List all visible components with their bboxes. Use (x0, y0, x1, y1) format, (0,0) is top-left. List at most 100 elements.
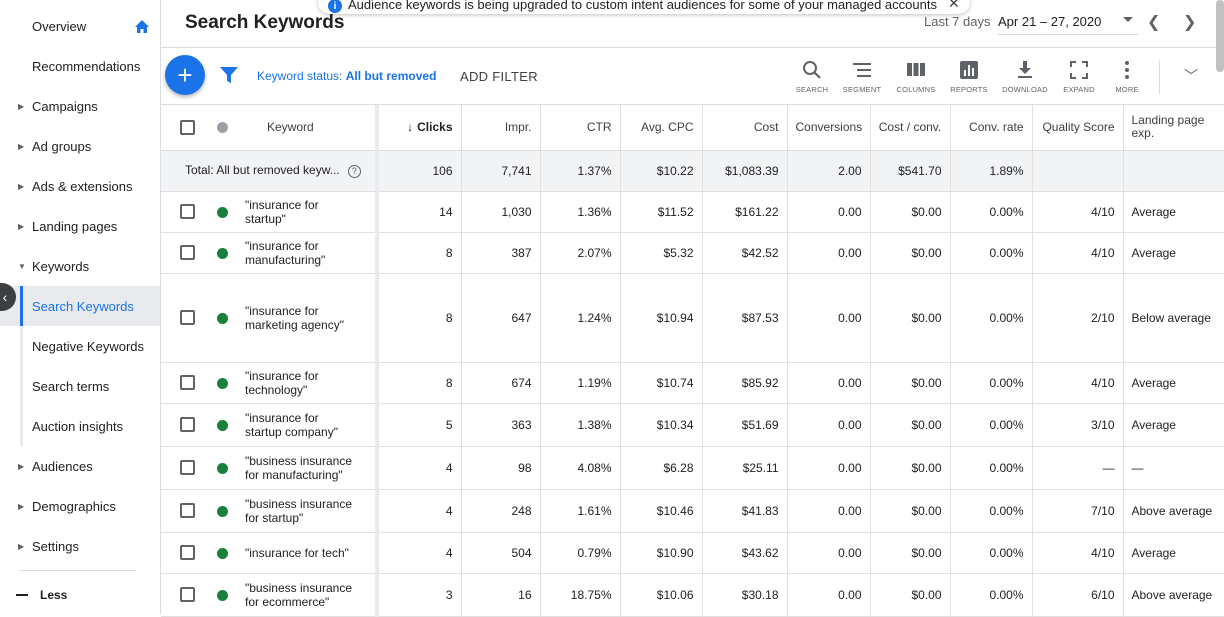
row-select-cell[interactable] (161, 403, 205, 447)
table-row[interactable]: "insurance for tech" 4 504 0.79% $10.90 $43.6… (161, 532, 1224, 574)
row-status-cell[interactable] (205, 273, 237, 363)
sidebar-divider (20, 570, 136, 571)
row-status-cell[interactable] (205, 489, 237, 533)
keyword-cell[interactable]: "insurance for startup" (237, 191, 379, 233)
download-tool-button[interactable]: DOWNLOAD (1000, 60, 1050, 94)
keyword-cell[interactable]: "insurance for marketing agency" (237, 273, 379, 363)
sidebar-item-ad-groups[interactable]: ▶ Ad groups (0, 126, 160, 166)
expand-tool-button[interactable]: EXPAND (1054, 60, 1104, 94)
chevron-down-icon[interactable]: ﹀ (1184, 66, 1198, 86)
keyword-cell[interactable]: "business insurance for ecommerce" (237, 573, 379, 617)
keyword-cell[interactable]: "insurance for manufacturing" (237, 232, 379, 274)
keyword-status-filter[interactable]: Keyword status: All but removed (257, 69, 436, 83)
close-icon[interactable]: ✕ (948, 0, 960, 12)
status-header[interactable] (205, 105, 237, 151)
sidebar-item-search-keywords[interactable]: Search Keywords (0, 286, 160, 326)
header-cost[interactable]: Cost (702, 105, 788, 151)
table-row[interactable]: "insurance for manufacturing" 8 387 2.07% $5… (161, 232, 1224, 274)
chevron-left-icon[interactable]: ❮ (1147, 12, 1160, 32)
table-row[interactable]: "insurance for startup" 14 1,030 1.36% $11.5… (161, 191, 1224, 233)
more-tool-button[interactable]: MORE (1102, 60, 1152, 94)
sidebar-nav: Overview Recommendations ▶ Campaigns ▶ A… (0, 0, 161, 614)
search-tool-button[interactable]: SEARCH (787, 60, 837, 94)
cell-landing-page: Average (1123, 362, 1224, 404)
date-range-selector[interactable]: Apr 21 – 27, 2020 (998, 14, 1101, 29)
row-select-cell[interactable] (161, 362, 205, 404)
keyword-cell[interactable]: "business insurance for startup" (237, 489, 379, 533)
header-conv-rate[interactable]: Conv. rate (950, 105, 1033, 151)
keyword-cell[interactable]: "insurance for technology" (237, 362, 379, 404)
sidebar-item-settings[interactable]: ▶ Settings (0, 526, 160, 566)
row-checkbox[interactable] (180, 417, 195, 433)
table-row[interactable]: "business insurance for startup" 4 248 1.61… (161, 489, 1224, 533)
row-checkbox[interactable] (180, 545, 195, 561)
chevron-right-icon[interactable]: ❯ (1183, 12, 1196, 32)
row-select-cell[interactable] (161, 532, 205, 574)
cell-quality-score: 4/10 (1032, 362, 1124, 404)
sidebar-item-audiences[interactable]: ▶ Audiences (0, 446, 160, 486)
less-toggle[interactable]: Less (0, 582, 160, 608)
row-select-cell[interactable] (161, 489, 205, 533)
sidebar-item-recommendations[interactable]: Recommendations (0, 46, 160, 86)
row-checkbox[interactable] (180, 204, 195, 220)
table-row[interactable]: "insurance for startup company" 5 363 1.38%… (161, 403, 1224, 447)
header-ctr[interactable]: CTR (540, 105, 621, 151)
row-select-cell[interactable] (161, 191, 205, 233)
row-status-cell[interactable] (205, 446, 237, 490)
page-scrollbar[interactable] (1216, 0, 1224, 72)
row-status-cell[interactable] (205, 362, 237, 404)
row-checkbox[interactable] (180, 245, 195, 261)
add-filter-button[interactable]: ADD FILTER (460, 69, 538, 84)
row-status-cell[interactable] (205, 232, 237, 274)
row-checkbox[interactable] (180, 587, 195, 603)
cell-conv-rate: 0.00% (950, 232, 1033, 274)
header-impr[interactable]: Impr. (461, 105, 541, 151)
select-all-header[interactable] (161, 105, 205, 151)
row-checkbox[interactable] (180, 460, 195, 476)
header-keyword[interactable]: Keyword (237, 105, 379, 151)
cell-impr: 16 (461, 573, 541, 617)
sidebar-item-negative-keywords[interactable]: Negative Keywords (0, 326, 160, 366)
keyword-cell[interactable]: "insurance for startup company" (237, 403, 379, 447)
row-status-cell[interactable] (205, 403, 237, 447)
help-icon[interactable]: ? (347, 164, 361, 178)
sidebar-item-campaigns[interactable]: ▶ Campaigns (0, 86, 160, 126)
sidebar-item-demographics[interactable]: ▶ Demographics (0, 486, 160, 526)
select-all-checkbox[interactable] (180, 119, 195, 135)
header-quality-score[interactable]: Quality Score (1032, 105, 1124, 151)
home-icon[interactable] (134, 19, 150, 35)
keyword-cell[interactable]: "insurance for tech" (237, 532, 379, 574)
row-checkbox[interactable] (180, 310, 195, 326)
row-checkbox[interactable] (180, 375, 195, 391)
columns-tool-button[interactable]: COLUMNS (891, 60, 941, 94)
sidebar-item-keywords[interactable]: ▼ Keywords (0, 246, 160, 286)
row-select-cell[interactable] (161, 273, 205, 363)
segment-tool-button[interactable]: SEGMENT (837, 60, 887, 94)
sidebar-item-landing-pages[interactable]: ▶ Landing pages (0, 206, 160, 246)
table-row[interactable]: "insurance for technology" 8 674 1.19% $10.7… (161, 362, 1224, 404)
row-status-cell[interactable] (205, 573, 237, 617)
row-status-cell[interactable] (205, 191, 237, 233)
header-conversions[interactable]: Conversions (787, 105, 871, 151)
row-select-cell[interactable] (161, 232, 205, 274)
table-row[interactable]: "business insurance for ecommerce" 3 16 18.… (161, 573, 1224, 617)
header-landing-page[interactable]: Landing page exp. (1123, 105, 1224, 151)
keyword-cell[interactable]: "business insurance for manufacturing" (237, 446, 379, 490)
table-row[interactable]: "insurance for marketing agency" 8 647 1.24… (161, 273, 1224, 363)
sidebar-item-search-terms[interactable]: Search terms (0, 366, 160, 406)
sidebar-item-auction-insights[interactable]: Auction insights (0, 406, 160, 446)
reports-tool-button[interactable]: REPORTS (944, 60, 994, 94)
chevron-down-icon[interactable] (1123, 17, 1133, 22)
row-status-cell[interactable] (205, 532, 237, 574)
row-select-cell[interactable] (161, 573, 205, 617)
header-cost-conv[interactable]: Cost / conv. (870, 105, 951, 151)
table-row[interactable]: "business insurance for manufacturing" 4 9… (161, 446, 1224, 490)
add-keyword-button[interactable]: + (165, 55, 205, 95)
row-checkbox[interactable] (180, 503, 195, 519)
cell-cost: $85.92 (702, 362, 788, 404)
filter-icon[interactable] (220, 67, 238, 83)
header-avg-cpc[interactable]: Avg. CPC (620, 105, 703, 151)
sidebar-item-ads-extensions[interactable]: ▶ Ads & extensions (0, 166, 160, 206)
row-select-cell[interactable] (161, 446, 205, 490)
header-clicks[interactable]: ↓ Clicks (377, 105, 462, 151)
